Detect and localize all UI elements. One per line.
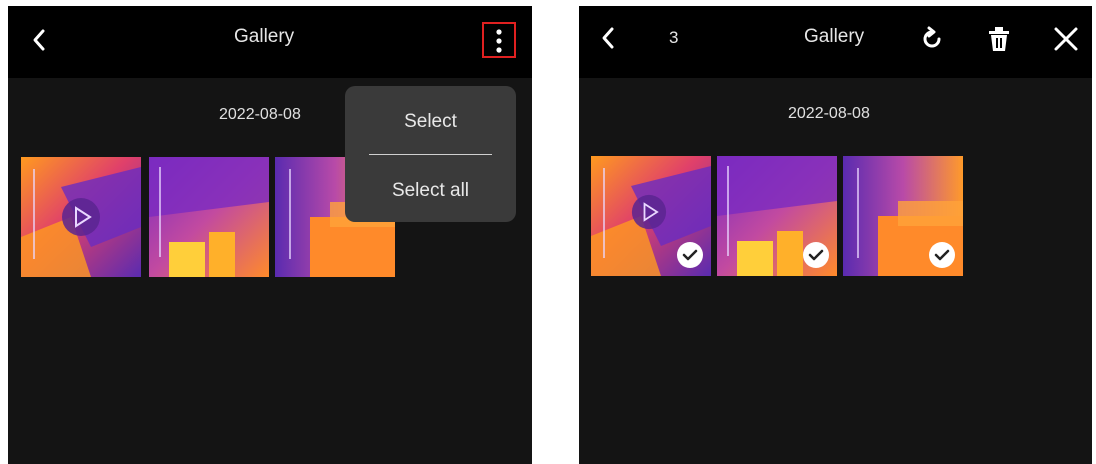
rotate-icon[interactable]: [919, 26, 945, 52]
play-icon[interactable]: [631, 194, 667, 230]
chevron-left-icon[interactable]: [30, 28, 48, 52]
trash-icon[interactable]: [987, 25, 1011, 53]
date-header: 2022-08-08: [788, 105, 870, 122]
top-bar: Gallery: [8, 6, 532, 78]
close-icon[interactable]: [1053, 26, 1079, 52]
gallery-screen-menu: Gallery 2022-08-08 Select Select all: [8, 6, 532, 464]
thermal-image: [149, 157, 269, 277]
chevron-left-icon[interactable]: [599, 26, 617, 50]
top-bar: 3 Gallery: [579, 6, 1092, 78]
date-header: 2022-08-08: [219, 106, 301, 123]
gallery-screen-selection: 3 Gallery 2022-08-08: [579, 6, 1092, 464]
thumbnail-video[interactable]: [21, 157, 141, 277]
thumbnail-image-selected[interactable]: [843, 156, 963, 276]
page-title: Gallery: [804, 26, 865, 47]
menu-item-select[interactable]: Select: [345, 90, 516, 154]
thumbnail-image-selected[interactable]: [717, 156, 837, 276]
page-title: Gallery: [234, 26, 295, 47]
selected-check-icon[interactable]: [929, 242, 955, 268]
thumbnail-video-selected[interactable]: [591, 156, 711, 276]
overflow-menu: Select Select all: [345, 86, 516, 222]
selected-check-icon[interactable]: [803, 242, 829, 268]
panel-divider: [532, 0, 538, 464]
menu-item-select-all[interactable]: Select all: [345, 159, 516, 223]
more-vertical-icon[interactable]: [491, 26, 507, 56]
selected-count: 3: [669, 28, 679, 47]
play-icon[interactable]: [61, 197, 101, 237]
selected-check-icon[interactable]: [677, 242, 703, 268]
thumbnail-image[interactable]: [149, 157, 269, 277]
menu-divider: [369, 154, 492, 155]
